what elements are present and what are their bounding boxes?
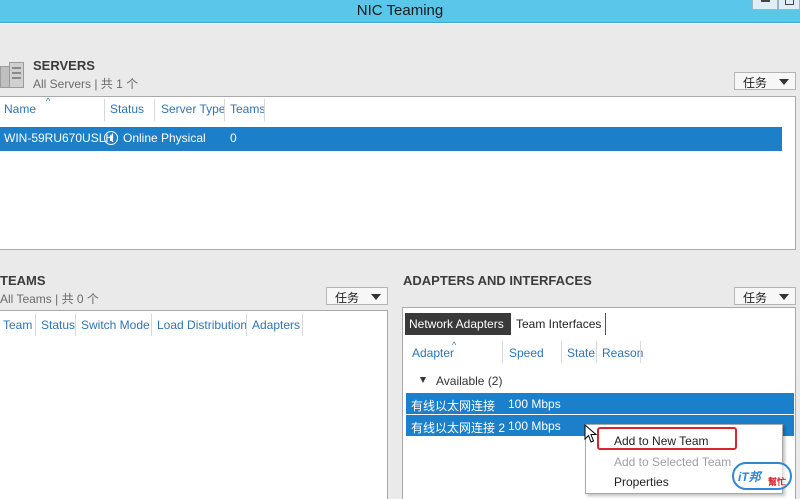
highlight-box — [597, 427, 737, 450]
adapters-title: ADAPTERS AND INTERFACES — [403, 273, 592, 288]
adapter-name: 有线以太网连接 — [411, 399, 496, 413]
chevron-down-icon — [779, 294, 789, 300]
minimize-icon — [761, 0, 770, 2]
teams-subtitle: All Teams | 共 0 个 — [0, 292, 99, 306]
server-teams: 0 — [230, 131, 237, 145]
tab-team-interfaces[interactable]: Team Interfaces — [512, 313, 606, 335]
column-divider[interactable] — [35, 314, 36, 336]
server-status: Online — [123, 131, 158, 145]
mouse-cursor-icon — [584, 424, 598, 443]
servers-panel — [0, 96, 796, 250]
adapter-speed: 100 Mbps — [508, 419, 561, 433]
server-name: WIN-59RU670USLH — [4, 131, 115, 145]
adapter-row[interactable]: 有线以太网连接 100 Mbps — [406, 393, 794, 414]
restore-icon — [785, 0, 794, 5]
teams-col-load-distribution[interactable]: Load Distribution — [157, 318, 247, 332]
server-type: Physical — [161, 131, 206, 145]
teams-tasks-button[interactable]: 任务 — [326, 287, 388, 305]
column-divider[interactable] — [104, 99, 105, 121]
column-divider[interactable] — [640, 341, 641, 363]
chevron-down-icon — [371, 294, 381, 300]
column-divider[interactable] — [154, 99, 155, 121]
menu-item-add-to-selected-team[interactable]: Add to Selected Team — [614, 455, 731, 469]
servers-col-status[interactable]: Status — [110, 102, 144, 116]
menu-item-properties[interactable]: Properties — [614, 475, 669, 489]
column-divider[interactable] — [246, 314, 247, 336]
teams-panel — [0, 310, 388, 499]
tab-team-interfaces-label: Team Interfaces — [516, 317, 602, 331]
watermark-subtext: 幫忙 — [768, 477, 787, 487]
column-divider[interactable] — [151, 314, 152, 336]
collapse-triangle-icon[interactable] — [420, 377, 426, 383]
restore-button[interactable] — [778, 0, 800, 10]
adapters-tasks-label: 任务 — [743, 291, 768, 305]
adapters-col-reason[interactable]: Reason — [602, 346, 643, 360]
servers-col-teams[interactable]: Teams — [230, 102, 265, 116]
adapters-col-state[interactable]: State — [567, 346, 595, 360]
tab-network-adapters-label: Network Adapters — [409, 317, 504, 331]
adapters-col-adapter[interactable]: Adapter — [412, 346, 454, 360]
online-status-icon — [104, 131, 118, 145]
server-row[interactable]: WIN-59RU670USLH Online Physical 0 — [0, 127, 782, 151]
teams-col-switch-mode[interactable]: Switch Mode — [81, 318, 150, 332]
teams-col-status[interactable]: Status — [41, 318, 75, 332]
chevron-down-icon — [779, 79, 789, 85]
adapters-col-speed[interactable]: Speed — [509, 346, 544, 360]
available-group-label: Available (2) — [436, 374, 503, 388]
sort-up-icon: ^ — [46, 96, 51, 106]
title-bar: NIC Teaming — [0, 0, 800, 23]
adapter-name: 有线以太网连接 2 — [411, 421, 506, 435]
column-divider[interactable] — [302, 314, 303, 336]
minimize-button[interactable] — [752, 0, 778, 10]
column-divider[interactable] — [561, 341, 562, 363]
servers-tasks-button[interactable]: 任务 — [734, 72, 796, 90]
column-divider[interactable] — [502, 341, 503, 363]
teams-tasks-label: 任务 — [335, 291, 360, 305]
watermark-text: iT邦 — [738, 470, 761, 484]
teams-col-team[interactable]: Team — [3, 318, 32, 332]
teams-title: TEAMS — [0, 273, 46, 288]
servers-title: SERVERS — [33, 58, 95, 73]
adapter-speed: 100 Mbps — [508, 397, 561, 411]
window-title: NIC Teaming — [356, 2, 444, 19]
servers-col-server-type[interactable]: Server Type — [161, 102, 225, 116]
column-divider[interactable] — [75, 314, 76, 336]
servers-subtitle: All Servers | 共 1 个 — [33, 77, 139, 91]
servers-col-name[interactable]: Name — [4, 102, 36, 116]
column-divider[interactable] — [596, 341, 597, 363]
tab-network-adapters[interactable]: Network Adapters — [405, 313, 511, 335]
column-divider[interactable] — [224, 99, 225, 121]
teams-col-adapters[interactable]: Adapters — [252, 318, 300, 332]
watermark-logo: iT邦 幫忙 — [732, 462, 796, 492]
adapters-tasks-button[interactable]: 任务 — [734, 287, 796, 305]
servers-icon — [0, 62, 24, 88]
column-divider[interactable] — [264, 99, 265, 121]
servers-tasks-label: 任务 — [743, 76, 768, 90]
available-group[interactable]: Available (2) — [406, 371, 792, 391]
